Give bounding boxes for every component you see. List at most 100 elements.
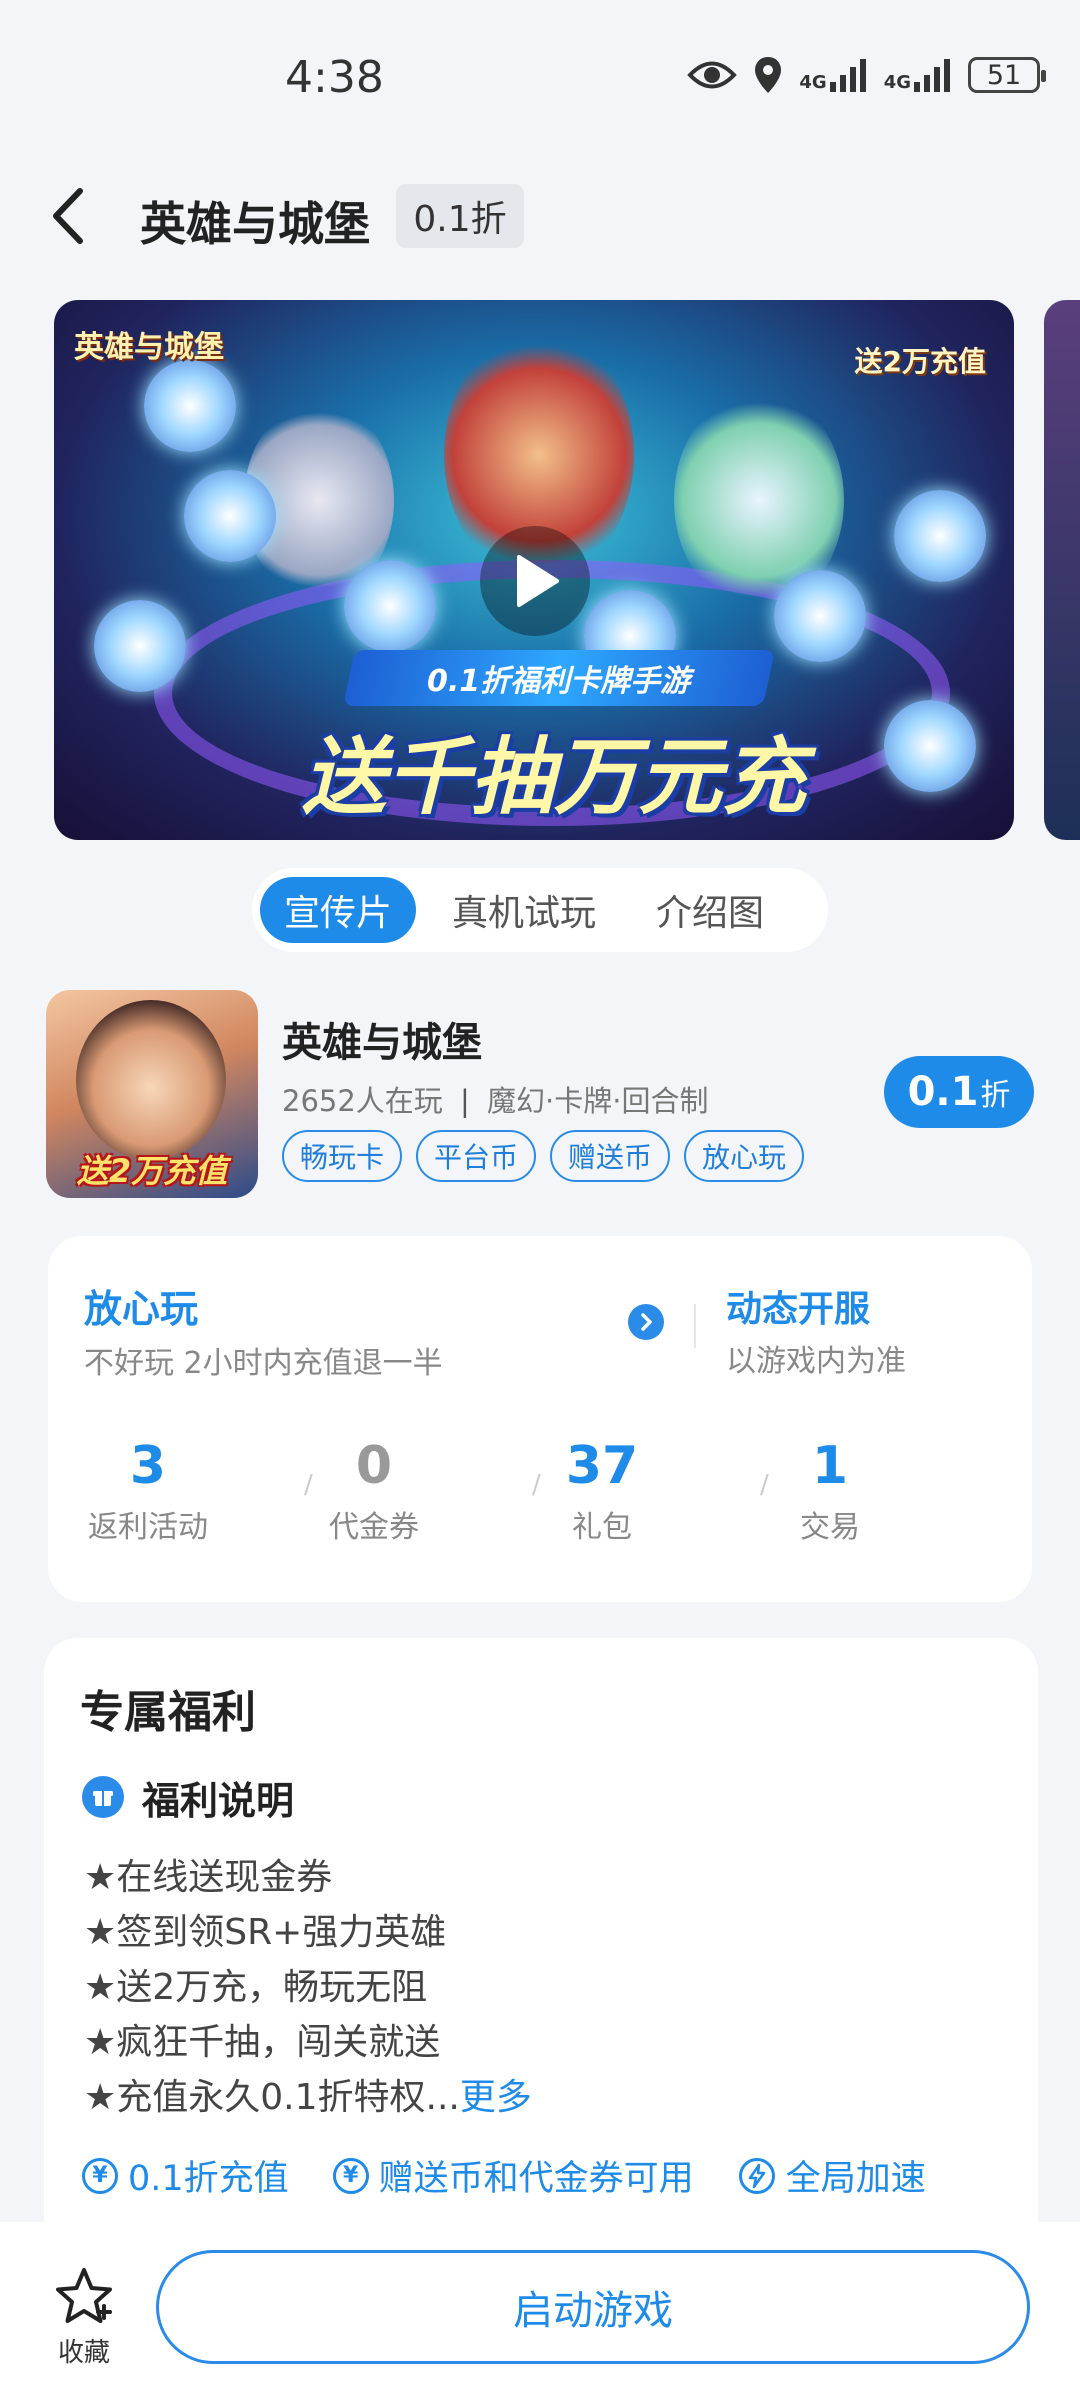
benefit-item: ★在线送现金券: [84, 1857, 333, 1898]
eye-icon: [687, 61, 738, 89]
tag-item[interactable]: 赠送币: [550, 1130, 671, 1182]
feature-label: 全局加速: [785, 2159, 926, 2199]
signal-icon: [914, 59, 950, 92]
banner-subtitle: 0.1折福利卡牌手游: [343, 650, 775, 706]
battery-level: 51: [986, 59, 1022, 91]
discount-value: 0.1: [907, 1069, 979, 1115]
back-button[interactable]: [44, 185, 94, 247]
stat-value: 1: [811, 1436, 849, 1496]
stat-vouchers[interactable]: 0 代金券: [274, 1436, 474, 1546]
tag-item[interactable]: 平台币: [416, 1130, 537, 1182]
assurance-arrow-button[interactable]: [628, 1304, 664, 1340]
benefits-heading: 福利说明: [142, 1779, 295, 1823]
assurance-card: 放心玩 不好玩 2小时内充值退一半 动态开服 以游戏内为准 3 返利活动 / 0…: [48, 1236, 1032, 1602]
server-subtitle: 以游戏内为准: [726, 1344, 906, 1379]
signal-icon: [829, 59, 866, 92]
game-genres: 魔幻·卡牌·回合制: [487, 1084, 709, 1118]
tab-intro-images[interactable]: 介绍图: [632, 877, 788, 943]
feature-discount-recharge: ¥ 0.1折充值: [82, 2150, 289, 2201]
page-title: 英雄与城堡: [140, 197, 370, 251]
gift-badge: 送2万充值: [854, 345, 986, 378]
benefit-item: ★送2万充，畅玩无阻: [84, 1967, 428, 2008]
stat-value: 3: [129, 1436, 167, 1496]
meta-separator: |: [460, 1084, 470, 1118]
game-name: 英雄与城堡: [282, 1020, 482, 1066]
benefits-list: ★在线送现金券 ★签到领SR+强力英雄 ★送2万充，畅玩无阻 ★疯狂千抽，闯关就…: [84, 1850, 532, 2125]
stat-gift-packs[interactable]: 37 礼包: [502, 1436, 702, 1546]
star-icon: [56, 2268, 112, 2323]
player-count: 2652人在玩: [282, 1084, 443, 1118]
network-type-2: 4G: [883, 72, 911, 93]
favorite-label: 收藏: [57, 2338, 110, 2368]
stat-value: 37: [565, 1436, 639, 1496]
battery-icon: 51: [968, 57, 1046, 93]
feature-global-acceleration: 全局加速: [738, 2150, 926, 2201]
stat-label: 代金券: [329, 1510, 419, 1545]
game-icon: 送2万充值: [46, 990, 258, 1198]
yen-icon: ¥: [82, 2157, 118, 2194]
signal-2: 4G: [884, 58, 952, 92]
benefit-item: ★充值永久0.1折特权...: [84, 2077, 460, 2118]
icon-character: [76, 1000, 226, 1160]
server-title[interactable]: 动态开服: [726, 1280, 870, 1332]
play-button[interactable]: [480, 526, 590, 636]
reward-orb: [184, 470, 276, 562]
benefit-item: ★签到领SR+强力英雄: [84, 1912, 447, 1953]
banner-subtitle-text: 0.1折福利卡牌手游: [427, 664, 691, 699]
assurance-title[interactable]: 放心玩: [84, 1278, 198, 1333]
tag-item[interactable]: 畅玩卡: [282, 1130, 403, 1182]
stat-label: 交易: [800, 1510, 860, 1545]
benefits-card: 专属福利 福利说明 ★在线送现金券 ★签到领SR+强力英雄 ★送2万充，畅玩无阻…: [44, 1638, 1038, 2238]
media-tabs: 宣传片 真机试玩 介绍图: [252, 868, 828, 952]
tab-gameplay-trial[interactable]: 真机试玩: [428, 877, 620, 943]
game-tags: 畅玩卡 平台币 赠送币 放心玩: [282, 1130, 805, 1182]
discount-badge: 0.1折: [396, 184, 524, 248]
stat-value: 0: [355, 1436, 393, 1496]
bottom-action-bar: 收藏 启动游戏: [0, 2222, 1080, 2400]
promo-video-banner[interactable]: 英雄与城堡 送2万充值 0.1折福利卡牌手游 送千抽万元充: [54, 300, 1014, 840]
banner-slogan: 送千抽万元充: [301, 728, 806, 826]
yen-icon: ¥: [332, 2157, 369, 2194]
start-game-button[interactable]: 启动游戏: [156, 2250, 1030, 2364]
status-time: 4:38: [285, 52, 384, 103]
chevron-left-icon: [53, 188, 83, 244]
feature-coins-vouchers: ¥ 赠送币和代金券可用: [332, 2150, 694, 2201]
assurance-subtitle: 不好玩 2小时内充值退一半: [84, 1346, 443, 1381]
stats-row: 3 返利活动 / 0 代金券 / 37 礼包 / 1 交易: [48, 1436, 1032, 1566]
game-meta: 2652人在玩 | 魔幻·卡牌·回合制: [282, 1078, 708, 1120]
reward-orb: [344, 560, 436, 652]
discount-pill: 0.1 折: [884, 1056, 1034, 1128]
feature-label: 0.1折充值: [128, 2159, 289, 2199]
gift-icon: [82, 1776, 124, 1818]
game-logo: 英雄与城堡: [74, 330, 224, 365]
divider: [694, 1304, 696, 1348]
tab-promo-video[interactable]: 宣传片: [260, 877, 417, 943]
stat-label: 礼包: [572, 1510, 632, 1545]
stat-trades[interactable]: 1 交易: [730, 1436, 930, 1546]
lightning-icon: [738, 2157, 775, 2194]
feature-label: 赠送币和代金券可用: [378, 2159, 694, 2199]
benefit-item-last: ★充值永久0.1折特权...更多: [84, 2070, 532, 2125]
benefits-section-title: 专属福利: [80, 1687, 256, 1738]
discount-unit: 折: [980, 1078, 1011, 1113]
status-icons: 4G 4G 51: [687, 55, 1046, 95]
chevron-right-icon: [641, 1313, 652, 1331]
signal-1: 4G: [799, 58, 867, 92]
stat-rebate-activities[interactable]: 3 返利活动: [48, 1436, 248, 1546]
feature-row: ¥ 0.1折充值 ¥ 赠送币和代金券可用 全局加速: [82, 2150, 926, 2201]
network-type-1: 4G: [799, 72, 827, 93]
stat-label: 返利活动: [88, 1510, 208, 1545]
tag-item[interactable]: 放心玩: [684, 1130, 805, 1182]
status-bar: 4:38 4G 4G 51: [0, 0, 1080, 150]
benefit-item: ★疯狂千抽，闯关就送: [84, 2022, 441, 2063]
reward-orb: [894, 490, 986, 582]
location-icon: [755, 57, 782, 93]
play-icon: [517, 555, 559, 607]
reward-orb: [884, 700, 976, 792]
more-link[interactable]: 更多: [460, 2077, 532, 2118]
favorite-button[interactable]: 收藏: [52, 2266, 116, 2369]
reward-orb: [774, 570, 866, 662]
reward-orb: [144, 360, 236, 452]
next-media-preview[interactable]: [1044, 300, 1080, 840]
reward-orb: [94, 600, 186, 692]
